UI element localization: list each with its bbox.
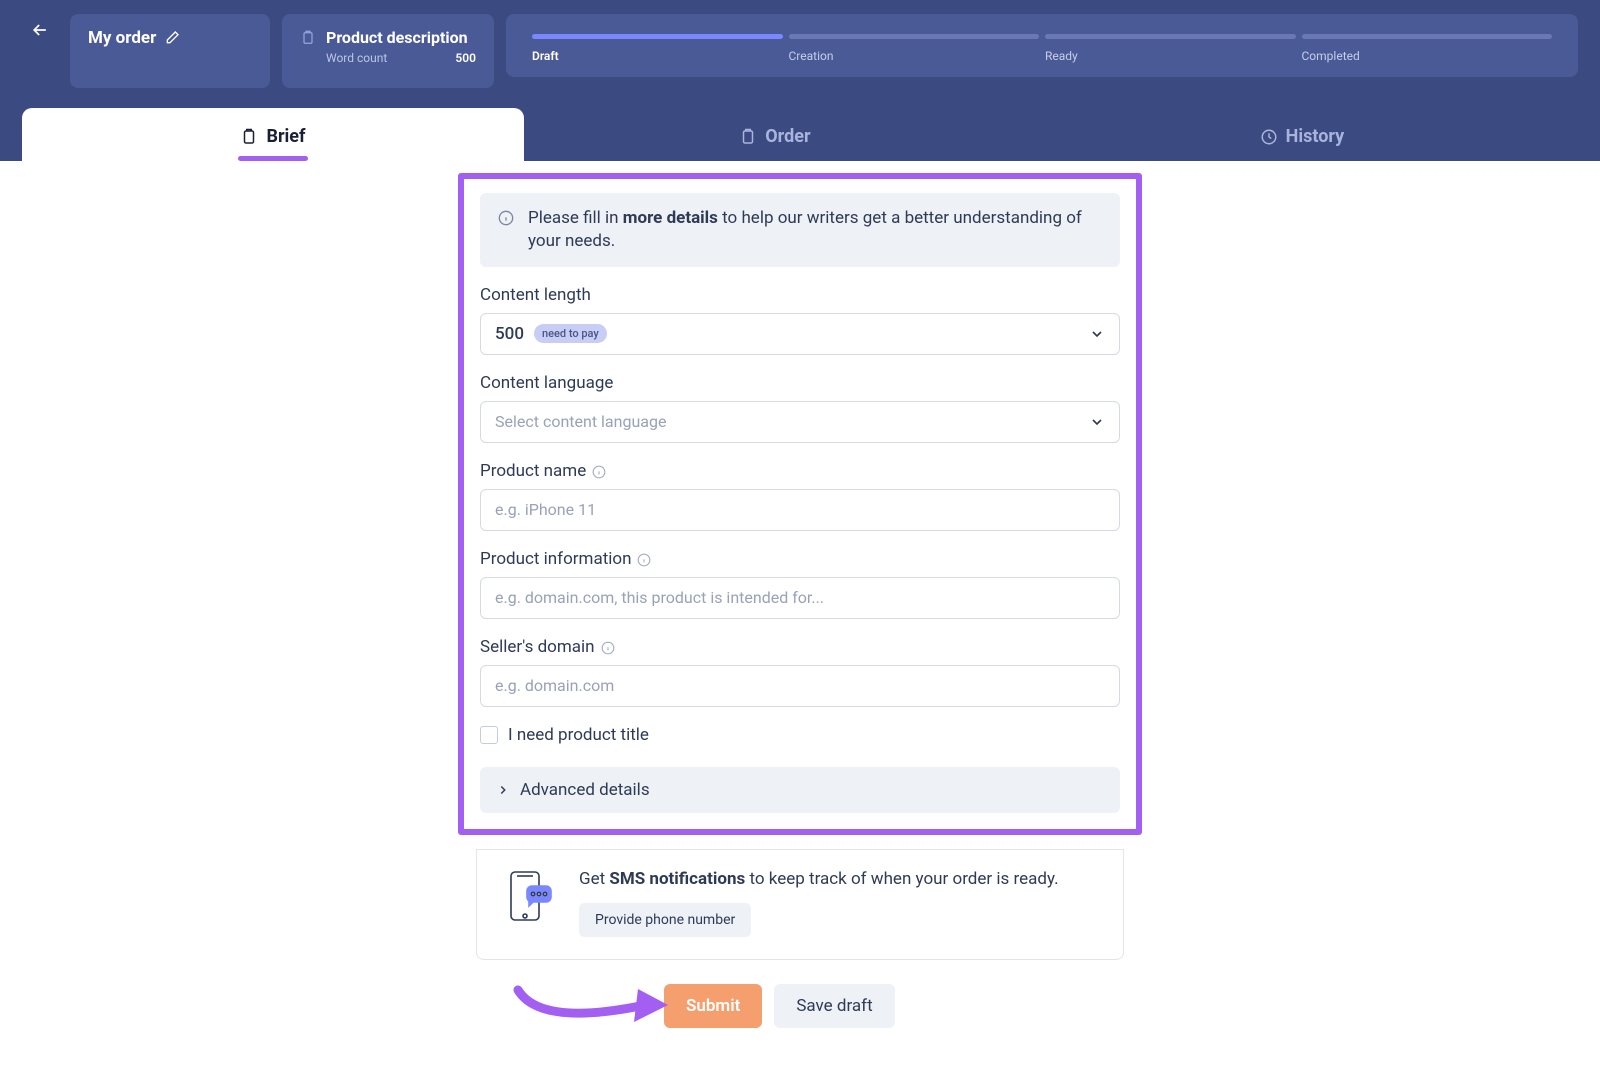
sms-box: Get SMS notifications to keep track of w… [476, 849, 1124, 960]
brief-form-highlight: Please fill in more details to help our … [458, 173, 1142, 835]
seller-domain-label: Seller's domain [480, 637, 1120, 657]
sms-phone-icon [503, 868, 555, 924]
advanced-details-label: Advanced details [520, 780, 650, 800]
product-name-input[interactable] [495, 500, 1105, 519]
tab-brief[interactable]: Brief [22, 108, 524, 161]
content-length-value-wrap: 500 need to pay [495, 324, 607, 344]
product-info-input[interactable] [495, 588, 1105, 607]
field-content-language: Content language Select content language [480, 373, 1120, 443]
need-title-checkbox[interactable] [480, 726, 498, 744]
chevron-down-icon [1089, 326, 1105, 342]
info-icon [498, 210, 514, 226]
need-title-row[interactable]: I need product title [480, 725, 1120, 745]
tab-history-label: History [1286, 126, 1345, 147]
info-icon[interactable] [637, 552, 651, 566]
header-row: My order Product description Word count … [22, 14, 1578, 88]
back-button[interactable] [22, 14, 58, 46]
word-count-value: 500 [455, 51, 476, 65]
info-banner: Please fill in more details to help our … [480, 193, 1120, 267]
progress-labels: Draft Creation Ready Completed [532, 49, 1552, 63]
content-length-value: 500 [495, 324, 524, 344]
progress-label-creation: Creation [789, 49, 1040, 63]
seller-domain-input-wrap [480, 665, 1120, 707]
header-area: My order Product description Word count … [0, 0, 1600, 161]
content-language-placeholder: Select content language [495, 412, 666, 431]
product-card-row: Product description Word count 500 [300, 28, 476, 65]
progress-seg-creation [789, 34, 1040, 39]
progress-bars [532, 34, 1552, 39]
clipboard-icon [240, 128, 258, 146]
clock-icon [1260, 128, 1278, 146]
order-card[interactable]: My order [70, 14, 270, 88]
product-card[interactable]: Product description Word count 500 [282, 14, 494, 88]
tab-order[interactable]: Order [524, 108, 1026, 161]
order-title: My order [88, 28, 156, 48]
chevron-right-icon [496, 783, 510, 797]
pencil-icon[interactable] [164, 30, 180, 46]
advanced-details-toggle[interactable]: Advanced details [480, 767, 1120, 813]
need-to-pay-badge: need to pay [534, 324, 607, 343]
word-count-row: Word count 500 [326, 51, 476, 65]
progress-seg-ready [1045, 34, 1296, 39]
info-icon[interactable] [592, 464, 606, 478]
seller-domain-input[interactable] [495, 676, 1105, 695]
progress-seg-draft [532, 34, 783, 39]
chevron-down-icon [1089, 414, 1105, 430]
field-product-name: Product name [480, 461, 1120, 531]
arrow-left-icon [30, 20, 50, 40]
need-title-label: I need product title [508, 725, 649, 745]
tab-order-label: Order [765, 126, 810, 147]
field-product-info: Product information [480, 549, 1120, 619]
content-length-select[interactable]: 500 need to pay [480, 313, 1120, 355]
clipboard-icon [739, 128, 757, 146]
info-text: Please fill in more details to help our … [528, 207, 1102, 253]
info-icon[interactable] [601, 640, 615, 654]
product-info-input-wrap [480, 577, 1120, 619]
progress-label-ready: Ready [1045, 49, 1296, 63]
field-seller-domain: Seller's domain [480, 637, 1120, 707]
product-name-input-wrap [480, 489, 1120, 531]
sms-content: Get SMS notifications to keep track of w… [579, 868, 1059, 937]
content-length-label: Content length [480, 285, 1120, 305]
product-title: Product description [326, 28, 476, 47]
arrow-annotation-icon [510, 976, 680, 1032]
progress-label-draft: Draft [532, 49, 783, 63]
save-draft-button[interactable]: Save draft [774, 984, 894, 1028]
sms-text: Get SMS notifications to keep track of w… [579, 868, 1059, 891]
tab-brief-label: Brief [266, 126, 305, 147]
tabs: Brief Order History [22, 108, 1578, 161]
field-content-length: Content length 500 need to pay [480, 285, 1120, 355]
product-info-label: Product information [480, 549, 1120, 569]
progress-seg-completed [1302, 34, 1553, 39]
product-name-label: Product name [480, 461, 1120, 481]
progress-label-completed: Completed [1302, 49, 1553, 63]
word-count-label: Word count [326, 51, 387, 65]
clipboard-icon [300, 30, 316, 46]
content-language-select[interactable]: Select content language [480, 401, 1120, 443]
action-row: Submit Save draft [476, 984, 1124, 1028]
content-area: Please fill in more details to help our … [0, 161, 1600, 1088]
provide-phone-button[interactable]: Provide phone number [579, 903, 751, 937]
progress-card: Draft Creation Ready Completed [506, 14, 1578, 77]
tab-history[interactable]: History [1026, 108, 1578, 161]
order-title-row: My order [88, 28, 252, 48]
content-language-label: Content language [480, 373, 1120, 393]
